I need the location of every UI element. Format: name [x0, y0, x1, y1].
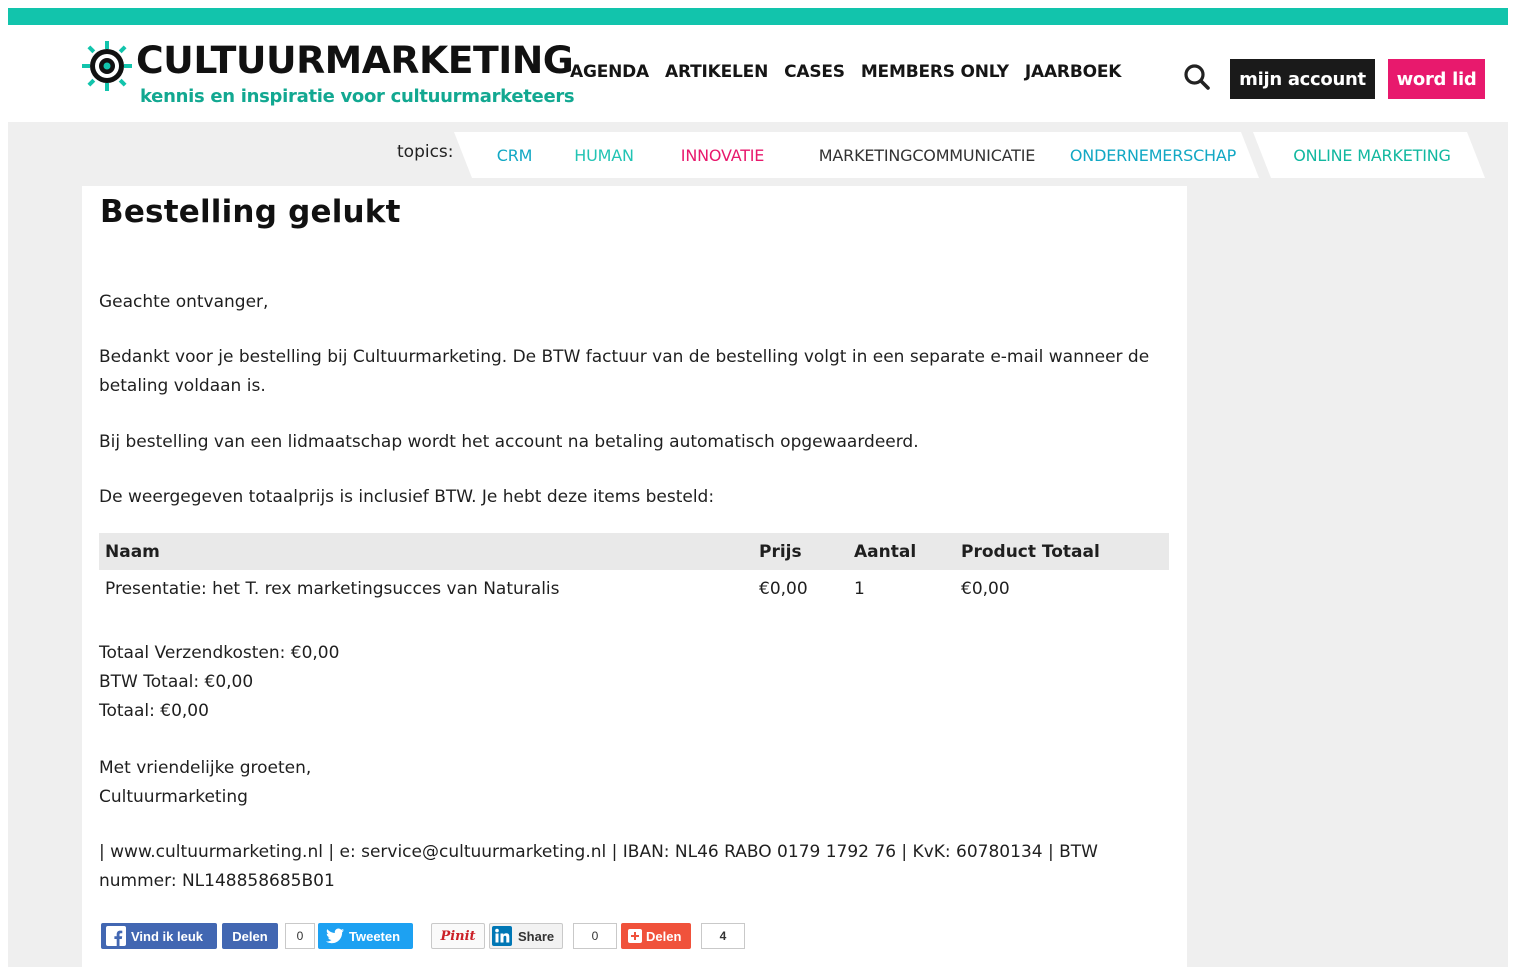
logo-wordmark: CULTUURMARKETING: [136, 39, 574, 82]
shipping-total-text: Totaal Verzendkosten: €0,00: [99, 643, 340, 663]
topic-tab-online-marketing[interactable]: ONLINE MARKETING: [1253, 132, 1485, 178]
logo-target-icon: [82, 41, 132, 91]
addthis-share-button[interactable]: Delen: [621, 923, 691, 949]
topic-label: INNOVATIE: [680, 145, 765, 165]
site-header: CULTUURMARKETING kennis en inspiratie vo…: [8, 25, 1508, 122]
search-icon: [1184, 64, 1210, 90]
my-account-button[interactable]: mijn account: [1230, 59, 1375, 99]
plus-icon: [628, 929, 642, 943]
order-items-table: Naam Prijs Aantal Product Totaal Present…: [99, 533, 1169, 608]
nav-item-cases[interactable]: CASES: [784, 62, 845, 82]
order-intro-text: De weergegeven totaalprijs is inclusief …: [99, 487, 715, 507]
addthis-share-label: Delen: [646, 928, 682, 944]
topic-tab-ondernemerschap[interactable]: ONDERNEMERSCHAP: [1041, 132, 1259, 178]
greeting-text: Geachte ontvanger,: [99, 292, 269, 312]
nav-item-members-only[interactable]: MEMBERS ONLY: [861, 62, 1009, 82]
addthis-share-count: 4: [701, 923, 745, 949]
logo-tagline: kennis en inspiratie voor cultuurmarkete…: [140, 86, 575, 107]
thanks-text-line1: Bedankt voor je bestelling bij Cultuurma…: [99, 347, 1150, 367]
topics-bar: topics: CRM HUMAN INNOVATIE MARKETINGCOM…: [8, 132, 1508, 178]
main-nav: AGENDA ARTIKELEN CASES MEMBERS ONLY JAAR…: [570, 62, 1137, 82]
facebook-like-label: Vind ik leuk: [131, 928, 204, 944]
order-confirmation-panel: Bestelling gelukt Geachte ontvanger, Bed…: [82, 186, 1187, 975]
facebook-icon: [106, 926, 126, 946]
topic-label: CRM: [496, 145, 533, 165]
nav-item-jaarboek[interactable]: JAARBOEK: [1025, 62, 1122, 82]
company-footer-line1: | www.cultuurmarketing.nl | e: service@c…: [99, 842, 1098, 862]
linkedin-share-button[interactable]: Share: [489, 923, 563, 949]
linkedin-icon: [492, 926, 512, 946]
topic-tab-marketingcommunicatie[interactable]: MARKETINGCOMMUNICATIE: [777, 132, 1071, 178]
topic-label: MARKETINGCOMMUNICATIE: [818, 145, 1036, 165]
twitter-bird-icon: [326, 928, 344, 944]
column-header-name: Naam: [99, 533, 753, 570]
pinterest-label: Pinit: [440, 928, 476, 944]
thanks-text-line2: betaling voldaan is.: [99, 376, 266, 396]
topic-tab-innovatie[interactable]: INNOVATIE: [643, 132, 796, 178]
closing-text: Met vriendelijke groeten,: [99, 758, 312, 778]
nav-item-artikelen[interactable]: ARTIKELEN: [665, 62, 768, 82]
vat-total-text: BTW Totaal: €0,00: [99, 672, 254, 692]
company-footer-line2: nummer: NL148858685B01: [99, 871, 335, 891]
pinterest-pin-button[interactable]: Pinit: [431, 923, 485, 949]
signature-text: Cultuurmarketing: [99, 787, 248, 807]
item-quantity-cell: 1: [854, 579, 865, 599]
tweet-label: Tweeten: [349, 928, 401, 944]
linkedin-share-label: Share: [518, 928, 555, 944]
facebook-like-button[interactable]: Vind ik leuk: [101, 923, 217, 949]
facebook-share-button[interactable]: Delen: [222, 923, 278, 949]
become-member-button[interactable]: word lid: [1388, 59, 1485, 99]
item-name-cell: Presentatie: het T. rex marketingsucces …: [105, 579, 560, 599]
topic-label: ONLINE MARKETING: [1293, 145, 1451, 165]
column-header-quantity: Aantal: [848, 533, 955, 570]
table-header-row: Naam Prijs Aantal Product Totaal: [99, 533, 1169, 570]
page-background: CULTUURMARKETING kennis en inspiratie vo…: [8, 8, 1508, 975]
site-logo[interactable]: CULTUURMARKETING kennis en inspiratie vo…: [82, 39, 575, 119]
page-title: Bestelling gelukt: [100, 194, 401, 230]
facebook-share-count: 0: [285, 923, 315, 949]
column-header-product-total: Product Totaal: [955, 533, 1169, 570]
item-price-cell: €0,00: [759, 579, 808, 599]
search-button[interactable]: [1182, 62, 1212, 92]
accent-bar: [8, 8, 1508, 25]
table-row: Presentatie: het T. rex marketingsucces …: [99, 570, 1169, 608]
tweet-button[interactable]: Tweeten: [318, 923, 413, 949]
nav-item-agenda[interactable]: AGENDA: [570, 62, 649, 82]
topic-label: HUMAN: [574, 145, 634, 165]
grand-total-text: Totaal: €0,00: [99, 701, 209, 721]
topic-label: ONDERNEMERSCHAP: [1069, 145, 1237, 165]
linkedin-share-count: 0: [573, 923, 617, 949]
topics-label: topics:: [397, 142, 454, 162]
membership-text: Bij bestelling van een lidmaatschap word…: [99, 432, 919, 452]
column-header-price: Prijs: [753, 533, 848, 570]
facebook-share-label: Delen: [232, 928, 268, 944]
item-total-cell: €0,00: [961, 579, 1010, 599]
